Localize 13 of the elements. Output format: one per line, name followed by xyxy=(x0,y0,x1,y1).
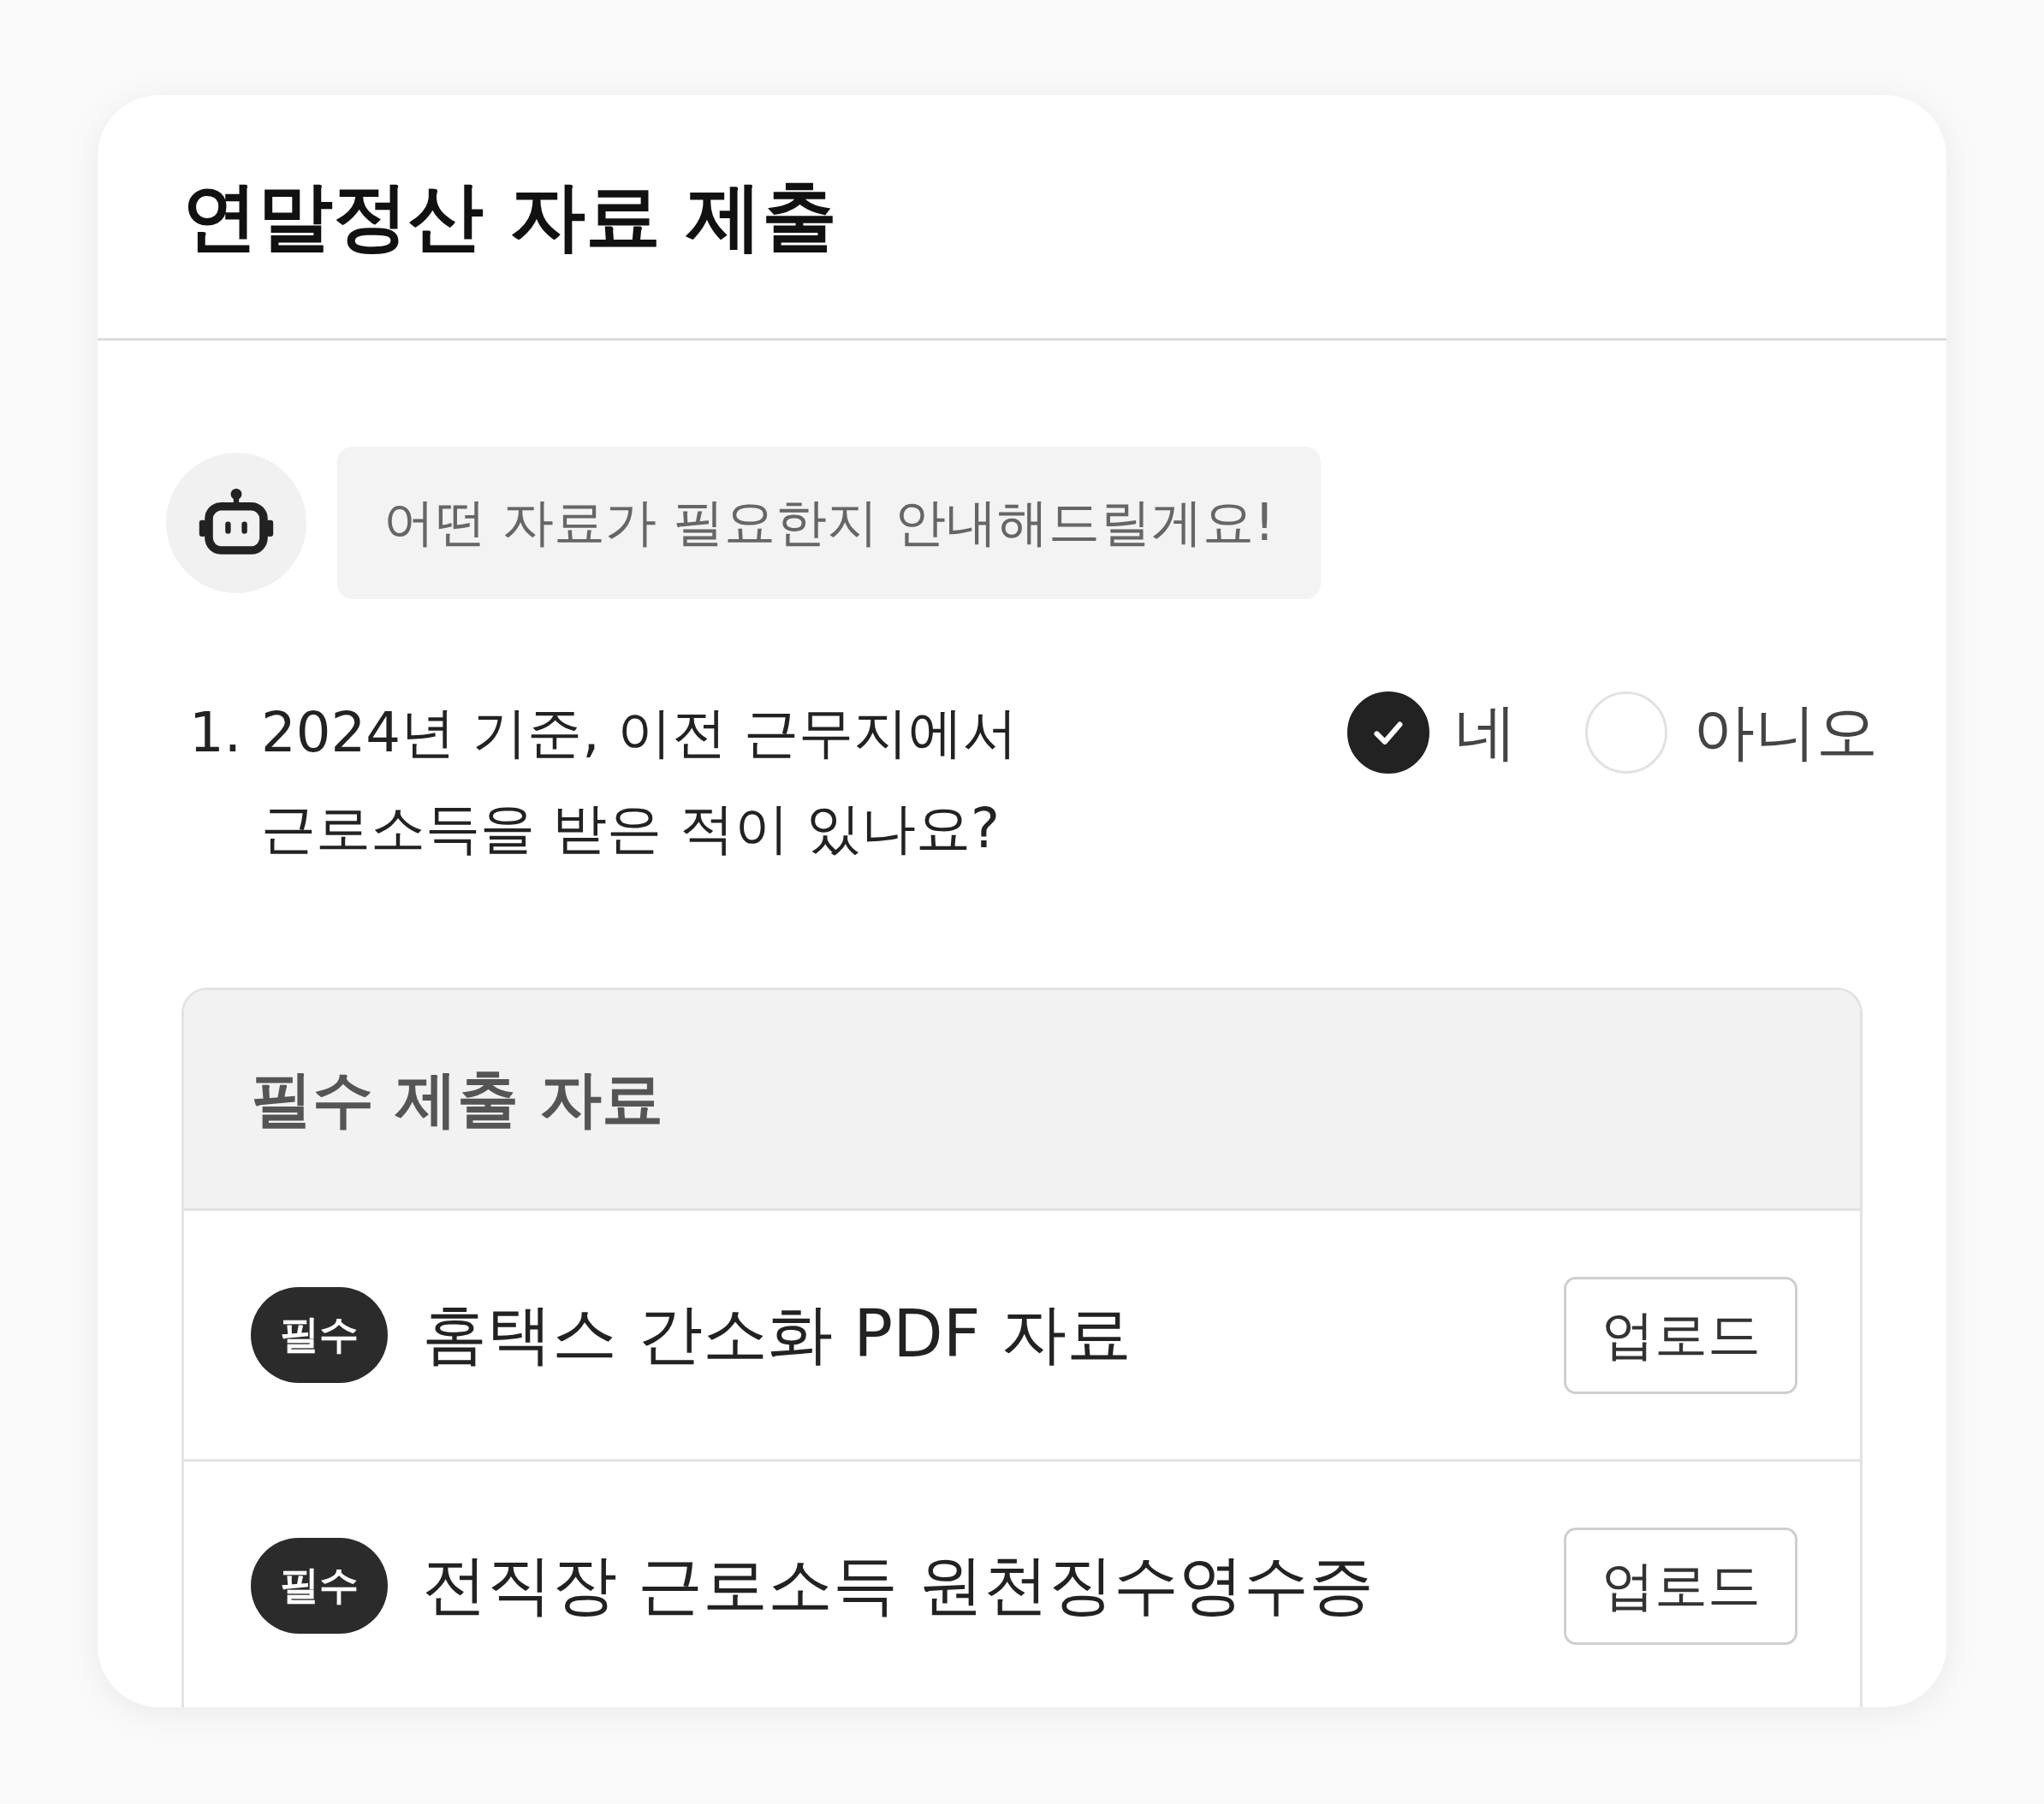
document-name: 홈택스 간소화 PDF 자료 xyxy=(422,1294,1132,1374)
upload-button[interactable]: 업로드 xyxy=(1564,1527,1797,1645)
question-text: 2024년 기준, 이전 근무지에서 근로소득을 받은 적이 있나요? xyxy=(261,700,1019,862)
radio-option[interactable]: 네 xyxy=(1347,691,1517,774)
radio-option[interactable]: 아니오 xyxy=(1585,691,1878,774)
page-title: 연말정산 자료 제출 xyxy=(182,170,838,262)
document-name: 전직장 근로소득 원천징수영수증 xyxy=(422,1545,1376,1624)
panel-title: 필수 제출 자료 xyxy=(251,1061,664,1136)
question-number: 1. xyxy=(189,700,243,766)
upload-button[interactable]: 업로드 xyxy=(1564,1276,1797,1394)
chat-bubble: 어떤 자료가 필요한지 안내해드릴게요! xyxy=(337,447,1322,599)
required-badge: 필수 xyxy=(251,1287,388,1383)
required-badge: 필수 xyxy=(251,1538,388,1634)
